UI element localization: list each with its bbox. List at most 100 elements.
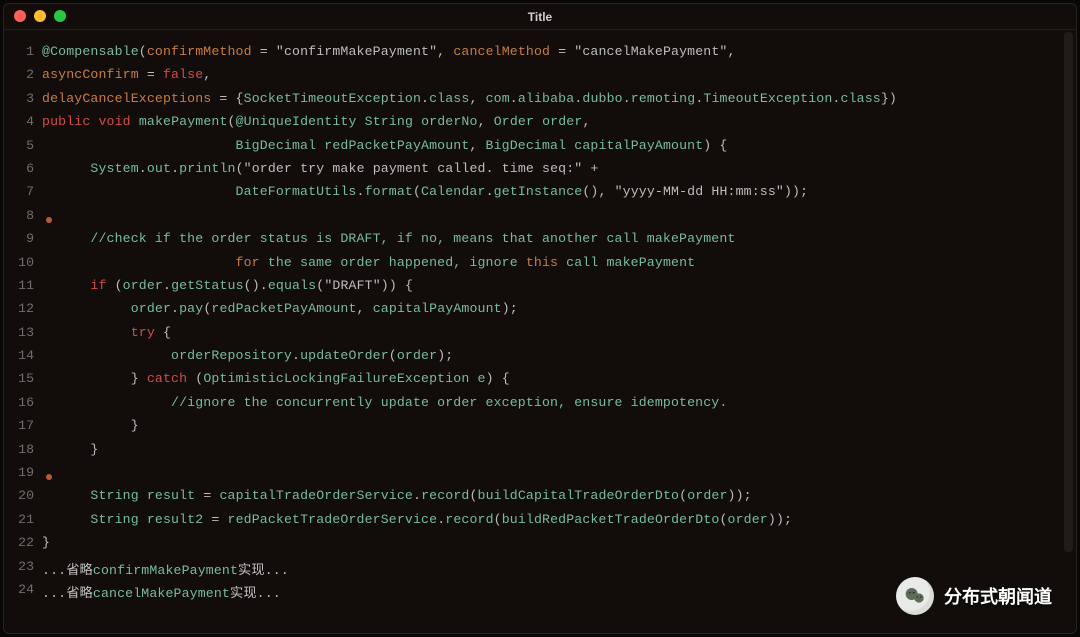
code-line[interactable]: 13 try { <box>4 325 1076 348</box>
code-content[interactable]: order.pay(redPacketPayAmount, capitalPay… <box>42 301 518 316</box>
code-content[interactable]: @Compensable(confirmMethod = "confirmMak… <box>42 44 736 59</box>
line-number[interactable]: 2 <box>4 67 42 82</box>
token-id: equals <box>268 278 316 293</box>
minimize-icon[interactable] <box>34 10 46 22</box>
code-line[interactable]: 6 System.out.println("order try make pay… <box>4 161 1076 184</box>
code-line[interactable]: 3delayCancelExceptions = {SocketTimeoutE… <box>4 91 1076 114</box>
token-id: orderRepository <box>171 348 292 363</box>
line-number[interactable]: 18 <box>4 442 42 457</box>
line-number[interactable]: 12 <box>4 301 42 316</box>
code-line[interactable]: 20 String result = capitalTradeOrderServ… <box>4 488 1076 511</box>
line-number[interactable]: 4 <box>4 114 42 129</box>
line-number[interactable]: 14 <box>4 348 42 363</box>
code-content[interactable]: System.out.println("order try make payme… <box>42 161 599 176</box>
token-id: redPacketPayAmount <box>324 138 469 153</box>
line-number[interactable]: 8 <box>4 208 42 223</box>
code-line[interactable]: 2asyncConfirm = false, <box>4 67 1076 90</box>
line-number[interactable]: 21 <box>4 512 42 527</box>
code-line[interactable]: 4public void makePayment(@UniqueIdentity… <box>4 114 1076 137</box>
code-content[interactable]: ...省略confirmMakePayment实现... <box>42 559 289 578</box>
code-line[interactable]: 7 DateFormatUtils.format(Calendar.getIns… <box>4 184 1076 207</box>
token-cmt: the same order happened, ignore <box>260 255 526 270</box>
line-number[interactable]: 7 <box>4 184 42 199</box>
token-str: "confirmMakePayment" <box>276 44 437 59</box>
code-line[interactable]: 15 } catch (OptimisticLockingFailureExce… <box>4 371 1076 394</box>
line-number[interactable]: 22 <box>4 535 42 550</box>
line-number[interactable]: 13 <box>4 325 42 340</box>
line-number[interactable]: 24 <box>4 582 42 597</box>
code-content[interactable]: } catch (OptimisticLockingFailureExcepti… <box>42 371 510 386</box>
token-op: + <box>582 161 598 176</box>
token-str: "order try make payment called. time seq… <box>244 161 583 176</box>
scrollbar-thumb[interactable] <box>1064 32 1073 552</box>
code-line[interactable]: 12 order.pay(redPacketPayAmount, capital… <box>4 301 1076 324</box>
breakpoint-icon[interactable] <box>46 217 52 223</box>
code-content[interactable]: asyncConfirm = false, <box>42 67 211 82</box>
token-id: class <box>841 91 881 106</box>
token-id: record <box>421 488 469 503</box>
token-punc: . <box>421 91 429 106</box>
code-line[interactable]: 8 <box>4 208 1076 231</box>
code-content[interactable]: DateFormatUtils.format(Calendar.getInsta… <box>42 184 808 199</box>
code-content[interactable]: public void makePayment(@UniqueIdentity … <box>42 114 591 129</box>
code-content[interactable]: } <box>42 535 50 550</box>
code-line[interactable]: 18 } <box>4 442 1076 465</box>
maximize-icon[interactable] <box>54 10 66 22</box>
line-number[interactable]: 6 <box>4 161 42 176</box>
token-punc: ( <box>389 348 397 363</box>
code-line[interactable]: 9 //check if the order status is DRAFT, … <box>4 231 1076 254</box>
code-line[interactable]: 14 orderRepository.updateOrder(order); <box>4 348 1076 371</box>
code-content[interactable]: orderRepository.updateOrder(order); <box>42 348 453 363</box>
token-attr: for <box>236 255 260 270</box>
code-content[interactable]: try { <box>42 325 171 340</box>
line-number[interactable]: 19 <box>4 465 42 480</box>
code-line[interactable]: 10 for the same order happened, ignore t… <box>4 255 1076 278</box>
token-punc: } <box>42 418 139 433</box>
token-id: orderNo <box>421 114 477 129</box>
line-number[interactable]: 1 <box>4 44 42 59</box>
token-punc: , <box>469 138 485 153</box>
code-line[interactable]: 5 BigDecimal redPacketPayAmount, BigDeci… <box>4 138 1076 161</box>
breakpoint-icon[interactable] <box>46 474 52 480</box>
code-line[interactable]: 17 } <box>4 418 1076 441</box>
token-punc <box>42 255 236 270</box>
line-number[interactable]: 5 <box>4 138 42 153</box>
code-content[interactable]: String result2 = redPacketTradeOrderServ… <box>42 512 792 527</box>
code-content[interactable]: ...省略cancelMakePayment实现... <box>42 582 281 601</box>
code-line[interactable]: 22} <box>4 535 1076 558</box>
code-content[interactable]: String result = capitalTradeOrderService… <box>42 488 752 503</box>
code-content[interactable]: if (order.getStatus().equals("DRAFT")) { <box>42 278 413 293</box>
token-kw: if <box>90 278 106 293</box>
line-number[interactable]: 23 <box>4 559 42 574</box>
code-content[interactable]: for the same order happened, ignore this… <box>42 255 695 270</box>
token-punc: } <box>42 535 50 550</box>
token-cn: 实现 <box>230 586 257 601</box>
code-line[interactable]: 19 <box>4 465 1076 488</box>
line-number[interactable]: 20 <box>4 488 42 503</box>
line-number[interactable]: 16 <box>4 395 42 410</box>
line-number[interactable]: 11 <box>4 278 42 293</box>
code-content[interactable]: BigDecimal redPacketPayAmount, BigDecima… <box>42 138 728 153</box>
code-content[interactable]: //check if the order status is DRAFT, if… <box>42 231 736 246</box>
code-content[interactable]: delayCancelExceptions = {SocketTimeoutEx… <box>42 91 897 106</box>
line-number[interactable]: 9 <box>4 231 42 246</box>
line-number[interactable]: 15 <box>4 371 42 386</box>
token-id: confirmMakePayment <box>93 563 238 578</box>
code-line[interactable]: 21 String result2 = redPacketTradeOrderS… <box>4 512 1076 535</box>
token-punc <box>42 325 131 340</box>
line-number[interactable]: 3 <box>4 91 42 106</box>
code-content[interactable]: } <box>42 442 98 457</box>
token-id: remoting <box>631 91 696 106</box>
code-line[interactable]: 16 //ignore the concurrently update orde… <box>4 395 1076 418</box>
titlebar[interactable]: Title <box>4 4 1076 30</box>
code-line[interactable]: 11 if (order.getStatus().equals("DRAFT")… <box>4 278 1076 301</box>
code-line[interactable]: 1@Compensable(confirmMethod = "confirmMa… <box>4 44 1076 67</box>
code-editor[interactable]: 1@Compensable(confirmMethod = "confirmMa… <box>4 30 1076 605</box>
close-icon[interactable] <box>14 10 26 22</box>
code-content[interactable]: } <box>42 418 139 433</box>
line-number[interactable]: 10 <box>4 255 42 270</box>
token-punc: . <box>292 348 300 363</box>
line-number[interactable]: 17 <box>4 418 42 433</box>
vertical-scrollbar[interactable] <box>1064 32 1074 629</box>
code-content[interactable]: //ignore the concurrently update order e… <box>42 395 727 410</box>
